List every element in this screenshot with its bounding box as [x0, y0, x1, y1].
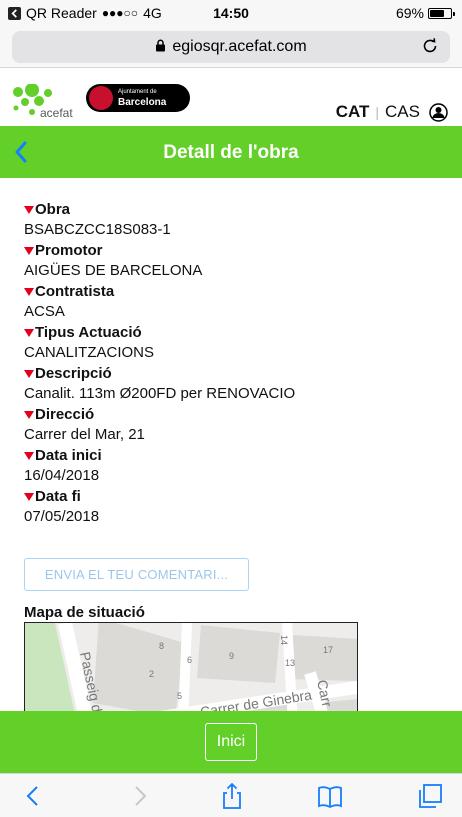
- footer-bar: Inici: [0, 711, 462, 773]
- detail-label-text: Data inici: [35, 447, 102, 464]
- expand-triangle-icon: [24, 287, 34, 296]
- map-number: 13: [285, 658, 295, 668]
- detail-field-value: ACSA: [24, 303, 65, 320]
- detail-field: Data inici 16/04/2018: [24, 446, 444, 486]
- expand-triangle-icon: [24, 451, 34, 460]
- detail-field-label[interactable]: Obra: [24, 200, 444, 219]
- detail-field: Obra BSABCZCC18S083-1: [24, 200, 444, 240]
- map-number: 6: [187, 655, 192, 665]
- share-icon[interactable]: [218, 782, 246, 810]
- detail-label-text: Descripció: [35, 365, 112, 382]
- barcelona-shield-icon: [89, 86, 113, 110]
- site-header: acefat Ajuntament de Barcelona CAT | CAS: [0, 68, 462, 126]
- page-title: Detall de l'obra: [163, 142, 299, 163]
- browser-toolbar: [0, 773, 462, 817]
- lang-cat-link[interactable]: CAT: [336, 102, 370, 122]
- browser-address-area: egiosqr.acefat.com: [0, 26, 462, 68]
- status-bar: QR Reader ●●●○○ 4G 14:50 69%: [0, 0, 462, 26]
- barcelona-logo[interactable]: Ajuntament de Barcelona: [86, 84, 190, 112]
- acefat-logo-text: acefat: [40, 106, 73, 120]
- detail-field-value: 16/04/2018: [24, 467, 100, 484]
- lock-icon: [155, 39, 166, 57]
- map-number: 2: [149, 669, 154, 679]
- detail-label-text: Contratista: [35, 283, 115, 300]
- barcelona-logo-line2: Barcelona: [118, 97, 167, 108]
- detail-label-text: Obra: [35, 201, 71, 218]
- detail-field-value: BSABCZCC18S083-1: [24, 221, 171, 238]
- map-title: Mapa de situació: [24, 604, 145, 621]
- detail-field-value: CANALITZACIONS: [24, 344, 155, 361]
- acefat-logo[interactable]: acefat: [10, 83, 82, 122]
- map-number: 17: [323, 645, 333, 655]
- reload-icon[interactable]: [420, 36, 440, 56]
- map-number: 5: [177, 691, 182, 701]
- expand-triangle-icon: [24, 410, 34, 419]
- home-button[interactable]: Inici: [205, 723, 257, 761]
- lang-separator: |: [375, 104, 380, 120]
- detail-field-label[interactable]: Data inici: [24, 446, 444, 465]
- detail-label-text: Promotor: [35, 242, 103, 259]
- detail-field: Direcció Carrer del Mar, 21: [24, 405, 444, 445]
- detail-field-label[interactable]: Descripció: [24, 364, 444, 383]
- user-icon[interactable]: [429, 102, 448, 122]
- detail-label-text: Direcció: [35, 406, 95, 423]
- page-header-bar: Detall de l'obra: [0, 126, 462, 178]
- detail-label-text: Data fi: [35, 488, 81, 505]
- expand-triangle-icon: [24, 246, 34, 255]
- barcelona-logo-line1: Ajuntament de: [118, 89, 157, 95]
- language-switcher: CAT | CAS: [336, 102, 448, 122]
- lang-cas-link[interactable]: CAS: [385, 102, 420, 122]
- detail-field-value: Carrer del Mar, 21: [24, 426, 145, 443]
- expand-triangle-icon: [24, 205, 34, 214]
- detail-field: Contratista ACSA: [24, 282, 444, 322]
- detail-field-value: 07/05/2018: [24, 508, 100, 525]
- map-number: 8: [159, 641, 164, 651]
- detail-label-text: Tipus Actuació: [35, 324, 142, 341]
- address-bar[interactable]: egiosqr.acefat.com: [12, 31, 450, 63]
- detail-field: Data fi 07/05/2018: [24, 487, 444, 527]
- detail-field-label[interactable]: Direcció: [24, 405, 444, 424]
- expand-triangle-icon: [24, 492, 34, 501]
- detail-field: Descripció Canalit. 113m Ø200FD per RENOV…: [24, 364, 444, 404]
- detail-field-value: AIGÜES DE BARCELONA: [24, 262, 203, 279]
- battery-icon: [428, 7, 455, 19]
- detail-field-label[interactable]: Promotor: [24, 241, 444, 260]
- detail-field-label[interactable]: Tipus Actuació: [24, 323, 444, 342]
- send-comment-button[interactable]: ENVIA EL TEU COMENTARI...: [24, 558, 249, 591]
- url-text: egiosqr.acefat.com: [172, 38, 307, 55]
- battery-fill: [430, 9, 444, 17]
- detail-field-label[interactable]: Contratista: [24, 282, 444, 301]
- url-display[interactable]: egiosqr.acefat.com: [12, 38, 450, 57]
- detail-field-value: Canalit. 113m Ø200FD per RENOVACIO: [24, 385, 296, 402]
- map-number: 9: [229, 651, 234, 661]
- battery-percent: 69%: [395, 5, 424, 21]
- browser-forward-icon[interactable]: [125, 782, 153, 810]
- detail-field: Tipus Actuació CANALITZACIONS: [24, 323, 444, 363]
- browser-back-icon[interactable]: [20, 782, 48, 810]
- expand-triangle-icon: [24, 369, 34, 378]
- location-map[interactable]: Passeig d Carrer de Ginebra Carr 8 6 2 5…: [24, 622, 358, 722]
- clock: 14:50: [213, 5, 249, 21]
- tabs-icon[interactable]: [416, 782, 444, 810]
- detail-field: Promotor AIGÜES DE BARCELONA: [24, 241, 444, 281]
- bookmarks-icon[interactable]: [316, 782, 344, 810]
- status-right: 69%: [395, 5, 455, 21]
- detail-list: Obra BSABCZCC18S083-1 Promotor AIGÜES DE BA…: [24, 200, 444, 528]
- detail-field-label[interactable]: Data fi: [24, 487, 444, 506]
- expand-triangle-icon: [24, 328, 34, 337]
- map-number: 14: [279, 635, 289, 645]
